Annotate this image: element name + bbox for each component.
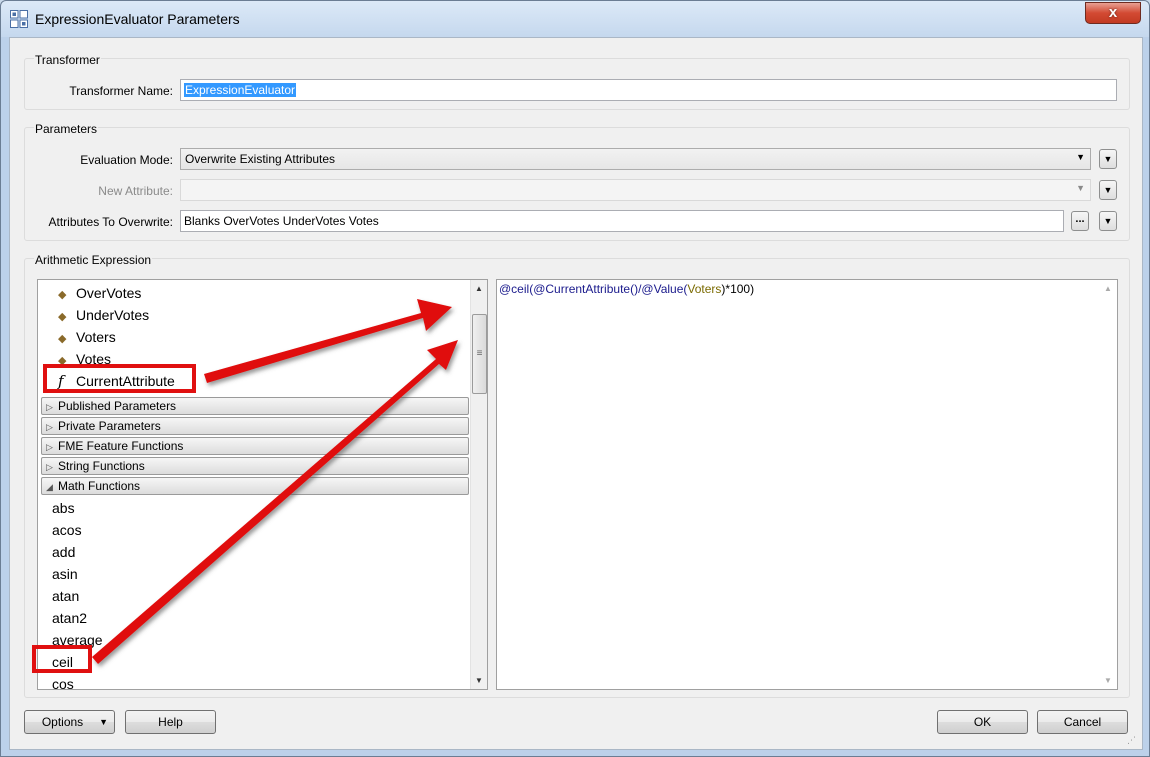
- section-published-parameters[interactable]: ▷ Published Parameters: [41, 397, 469, 415]
- section-fme-feature-functions[interactable]: ▷ FME Feature Functions: [41, 437, 469, 455]
- expand-right-icon: ▷: [46, 442, 53, 452]
- section-string-functions[interactable]: ▷ String Functions: [41, 457, 469, 475]
- chevron-down-icon: ▼: [1076, 152, 1085, 162]
- scroll-down-icon[interactable]: ▼: [471, 672, 487, 689]
- evaluation-mode-label: Evaluation Mode:: [80, 153, 173, 167]
- attributes-to-overwrite-label: Attributes To Overwrite:: [48, 215, 174, 229]
- function-item-atan2[interactable]: atan2: [52, 607, 87, 629]
- attributes-to-overwrite-value: Blanks OverVotes UnderVotes Votes: [184, 214, 379, 228]
- new-attribute-menu-button[interactable]: ▼: [1099, 180, 1117, 200]
- ellipsis-icon: ...: [1075, 213, 1085, 225]
- function-item-atan[interactable]: atan: [52, 585, 79, 607]
- function-item-add[interactable]: add: [52, 541, 75, 563]
- attribute-icon: ◆: [58, 311, 67, 323]
- chevron-down-icon: ▼: [1076, 183, 1085, 193]
- evaluation-mode-menu-button[interactable]: ▼: [1099, 149, 1117, 169]
- annotation-box-ceil: [32, 645, 92, 673]
- parameters-group-label: Parameters: [34, 122, 99, 136]
- close-button[interactable]: x: [1085, 2, 1141, 24]
- expand-right-icon: ▷: [46, 402, 53, 412]
- dialog-content: Transformer Transformer Name: Expression…: [9, 37, 1143, 750]
- close-icon: x: [1108, 4, 1118, 21]
- arithmetic-expression-group: Arithmetic Expression ◆ OverVotes ◆ UnderV…: [24, 253, 1130, 698]
- editor-scrollbar[interactable]: ▲ ▼: [1100, 280, 1117, 689]
- help-button[interactable]: Help: [125, 710, 216, 734]
- ok-button[interactable]: OK: [937, 710, 1028, 734]
- chevron-down-icon: ▼: [1103, 154, 1113, 164]
- attributes-to-overwrite-input[interactable]: Blanks OverVotes UnderVotes Votes: [180, 210, 1064, 232]
- section-private-parameters[interactable]: ▷ Private Parameters: [41, 417, 469, 435]
- resize-grip-icon[interactable]: ⋰: [1127, 734, 1139, 746]
- chevron-down-icon: ▼: [99, 717, 108, 727]
- chevron-down-icon: ▼: [1103, 216, 1113, 226]
- collapse-down-icon: ◢: [46, 482, 53, 492]
- title-bar[interactable]: ExpressionEvaluator Parameters x: [1, 1, 1149, 37]
- expression-editor[interactable]: @ceil(@CurrentAttribute()/@Value(Voters)…: [496, 279, 1118, 690]
- expand-right-icon: ▷: [46, 422, 53, 432]
- tree-item-voters[interactable]: ◆ Voters: [58, 326, 116, 348]
- function-tree-panel[interactable]: ◆ OverVotes ◆ UnderVotes ◆ Voters ◆ Votes fC…: [37, 279, 488, 690]
- evaluation-mode-select[interactable]: Overwrite Existing Attributes ▼: [180, 148, 1091, 170]
- arithmetic-expression-group-label: Arithmetic Expression: [34, 253, 153, 267]
- function-item-acos[interactable]: acos: [52, 519, 82, 541]
- cancel-button[interactable]: Cancel: [1037, 710, 1128, 734]
- transformer-group-label: Transformer: [34, 53, 101, 67]
- parameters-group: Parameters Evaluation Mode: Overwrite Ex…: [24, 122, 1130, 241]
- evaluation-mode-value: Overwrite Existing Attributes: [185, 152, 336, 166]
- scroll-thumb[interactable]: ≡: [472, 314, 487, 394]
- section-math-functions[interactable]: ◢ Math Functions: [41, 477, 469, 495]
- new-attribute-label: New Attribute:: [98, 184, 173, 198]
- scroll-down-icon[interactable]: ▼: [1100, 672, 1116, 689]
- function-item-cos[interactable]: cos: [52, 673, 74, 689]
- attribute-icon: ◆: [58, 289, 67, 301]
- annotation-box-current-attribute: [43, 364, 196, 393]
- tree-item-undervotes[interactable]: ◆ UnderVotes: [58, 304, 149, 326]
- window-title: ExpressionEvaluator Parameters: [35, 11, 240, 27]
- function-item-asin[interactable]: asin: [52, 563, 78, 585]
- function-item-abs[interactable]: abs: [52, 497, 75, 519]
- transformer-name-value: ExpressionEvaluator: [184, 83, 297, 97]
- scroll-up-icon[interactable]: ▲: [471, 280, 487, 297]
- expression-text[interactable]: @ceil(@CurrentAttribute()/@Value(Voters)…: [499, 282, 754, 296]
- attribute-icon: ◆: [58, 333, 67, 345]
- expand-right-icon: ▷: [46, 462, 53, 472]
- tree-scrollbar[interactable]: ▲ ≡ ▼: [470, 280, 487, 689]
- attribute-picker-button[interactable]: ...: [1071, 211, 1089, 231]
- tree-item-overvotes[interactable]: ◆ OverVotes: [58, 282, 141, 304]
- transformer-grid-icon: [10, 10, 28, 28]
- chevron-down-icon: ▼: [1103, 185, 1113, 195]
- transformer-name-input[interactable]: ExpressionEvaluator: [180, 79, 1117, 101]
- transformer-name-label: Transformer Name:: [69, 84, 173, 98]
- attributes-to-overwrite-menu-button[interactable]: ▼: [1099, 211, 1117, 231]
- scroll-up-icon[interactable]: ▲: [1100, 280, 1116, 297]
- new-attribute-select[interactable]: ▼: [180, 179, 1091, 201]
- options-button[interactable]: Options ▼: [24, 710, 115, 734]
- transformer-group: Transformer Transformer Name: Expression…: [24, 53, 1130, 110]
